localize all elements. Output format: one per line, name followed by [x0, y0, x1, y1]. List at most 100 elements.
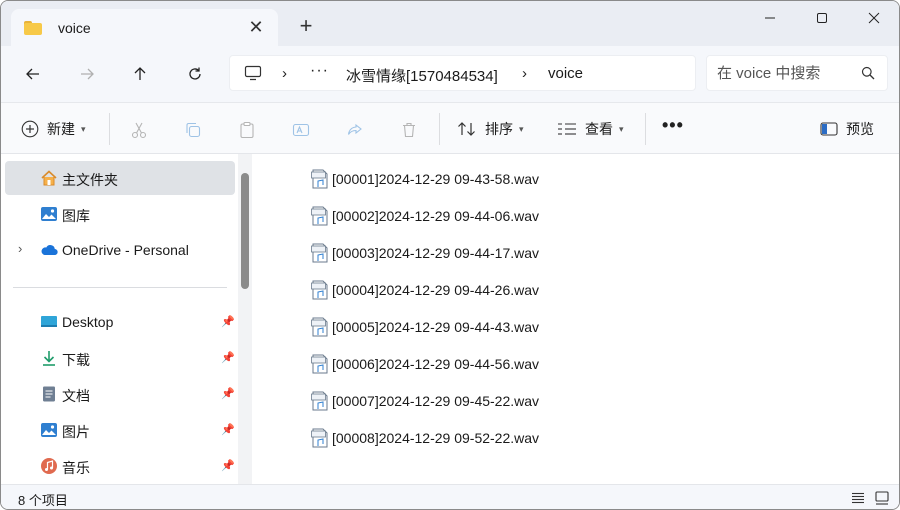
sidebar-item-downloads[interactable]: 下载 📌: [5, 341, 235, 375]
file-list: [00001]2024-12-29 09-43-58.wav [00002]20…: [253, 154, 899, 484]
sort-icon: [458, 122, 475, 136]
sidebar-scrollbar-thumb[interactable]: [241, 173, 249, 289]
title-bar: voice ✕ +: [1, 1, 899, 46]
sidebar-item-documents[interactable]: 文档 📌: [5, 377, 235, 411]
file-item[interactable]: [00008]2024-12-29 09-52-22.wav: [311, 426, 711, 450]
address-row: › ··· 冰雪情缘[1570484534] › voice: [1, 46, 899, 102]
chevron-down-icon: ▾: [619, 123, 624, 134]
cut-button[interactable]: [127, 118, 151, 142]
sidebar-item-label: 图库: [62, 208, 90, 224]
file-item[interactable]: [00004]2024-12-29 09-44-26.wav: [311, 278, 711, 302]
file-name: [00004]2024-12-29 09-44-26.wav: [332, 282, 540, 298]
chevron-right-icon[interactable]: ›: [522, 65, 527, 82]
forward-button[interactable]: [73, 60, 101, 88]
preview-pane-button[interactable]: 预览: [820, 115, 874, 143]
pin-icon[interactable]: 📌: [221, 315, 235, 328]
details-view-icon[interactable]: [850, 490, 866, 506]
sidebar-item-label: 文档: [62, 388, 90, 404]
file-item[interactable]: [00001]2024-12-29 09-43-58.wav: [311, 167, 711, 191]
file-item[interactable]: [00006]2024-12-29 09-44-56.wav: [311, 352, 711, 376]
search-input[interactable]: [717, 63, 857, 83]
pin-icon[interactable]: 📌: [221, 387, 235, 400]
new-tab-button[interactable]: +: [294, 15, 318, 39]
scissors-icon: [131, 122, 147, 139]
sidebar-item-pictures[interactable]: 图片 📌: [5, 413, 235, 447]
sidebar-item-label: 图片: [62, 424, 90, 440]
rename-button[interactable]: [289, 118, 313, 142]
sidebar-item-label: 主文件夹: [62, 172, 118, 188]
preview-pane-icon: [820, 122, 838, 136]
file-item[interactable]: [00007]2024-12-29 09-45-22.wav: [311, 389, 711, 413]
sidebar-item-desktop[interactable]: Desktop 📌: [5, 305, 235, 339]
wav-file-icon: [311, 354, 328, 374]
sidebar-item-label: Desktop: [62, 314, 114, 330]
documents-icon: [43, 386, 55, 402]
download-icon: [43, 351, 55, 366]
new-button[interactable]: 新建 ▾: [21, 115, 86, 143]
trash-icon: [403, 122, 415, 138]
paste-button[interactable]: [235, 118, 259, 142]
file-name: [00005]2024-12-29 09-44-43.wav: [332, 319, 540, 335]
clipboard-icon: [240, 121, 254, 139]
sidebar-item-onedrive[interactable]: › OneDrive - Personal: [5, 233, 235, 267]
command-bar: 新建 ▾ 排序 ▾ 查看 ▾ ••• 预览: [1, 102, 899, 154]
file-item[interactable]: [00002]2024-12-29 09-44-06.wav: [311, 204, 711, 228]
file-item[interactable]: [00005]2024-12-29 09-44-43.wav: [311, 315, 711, 339]
arrow-left-icon: [26, 68, 39, 80]
file-name: [00006]2024-12-29 09-44-56.wav: [332, 356, 540, 372]
pin-icon[interactable]: 📌: [221, 351, 235, 364]
chevron-down-icon: ▾: [81, 123, 86, 134]
tab-voice[interactable]: voice ✕: [11, 9, 278, 46]
arrow-right-icon: [81, 68, 94, 80]
copy-button[interactable]: [181, 118, 205, 142]
this-pc-icon[interactable]: [244, 65, 262, 84]
preview-label: 预览: [846, 121, 874, 137]
new-label: 新建: [47, 121, 75, 137]
view-list-icon: [558, 123, 576, 135]
file-name: [00007]2024-12-29 09-45-22.wav: [332, 393, 540, 409]
close-window-button[interactable]: [851, 1, 897, 35]
up-button[interactable]: [126, 60, 154, 88]
music-icon: [41, 458, 57, 474]
search-box[interactable]: [706, 55, 888, 91]
wav-file-icon: [311, 280, 328, 300]
arrow-up-icon: [134, 67, 146, 80]
sidebar-item-home[interactable]: 主文件夹: [5, 161, 235, 195]
share-icon: [347, 123, 362, 135]
close-icon: [868, 12, 880, 24]
sidebar-item-music[interactable]: 音乐 📌: [5, 449, 235, 483]
path-overflow-button[interactable]: ···: [310, 62, 329, 80]
pin-icon[interactable]: 📌: [221, 423, 235, 436]
gallery-icon: [41, 207, 57, 221]
breadcrumb-segment[interactable]: 冰雪情缘[1570484534]: [346, 65, 498, 86]
file-name: [00001]2024-12-29 09-43-58.wav: [332, 171, 540, 187]
refresh-icon: [189, 67, 201, 80]
share-button[interactable]: [343, 118, 367, 142]
back-button[interactable]: [19, 60, 47, 88]
pin-icon[interactable]: 📌: [221, 459, 235, 472]
breadcrumb-segment-current[interactable]: voice: [548, 65, 583, 82]
minimize-button[interactable]: [747, 1, 793, 35]
chevron-right-icon[interactable]: ›: [282, 65, 287, 82]
refresh-button[interactable]: [181, 60, 209, 88]
tab-close-button[interactable]: ✕: [246, 17, 266, 37]
view-label: 查看: [585, 121, 613, 137]
item-count: 8 个项目: [18, 493, 68, 508]
sort-button[interactable]: 排序 ▾: [457, 115, 524, 143]
chevron-right-icon[interactable]: ›: [18, 241, 22, 256]
more-options-button[interactable]: •••: [662, 115, 684, 136]
sidebar-item-label: 音乐: [62, 460, 90, 476]
wav-file-icon: [311, 169, 328, 189]
large-icons-view-icon[interactable]: [874, 490, 890, 506]
home-icon: [41, 170, 57, 186]
sidebar-item-gallery[interactable]: 图库: [5, 197, 235, 231]
wav-file-icon: [311, 317, 328, 337]
view-button[interactable]: 查看 ▾: [557, 115, 624, 143]
onedrive-icon: [41, 245, 58, 256]
delete-button[interactable]: [397, 118, 421, 142]
minimize-icon: [765, 17, 775, 19]
maximize-button[interactable]: [799, 1, 845, 35]
copy-icon: [186, 122, 201, 138]
file-item[interactable]: [00003]2024-12-29 09-44-17.wav: [311, 241, 711, 265]
address-bar[interactable]: › ··· 冰雪情缘[1570484534] › voice: [229, 55, 696, 91]
